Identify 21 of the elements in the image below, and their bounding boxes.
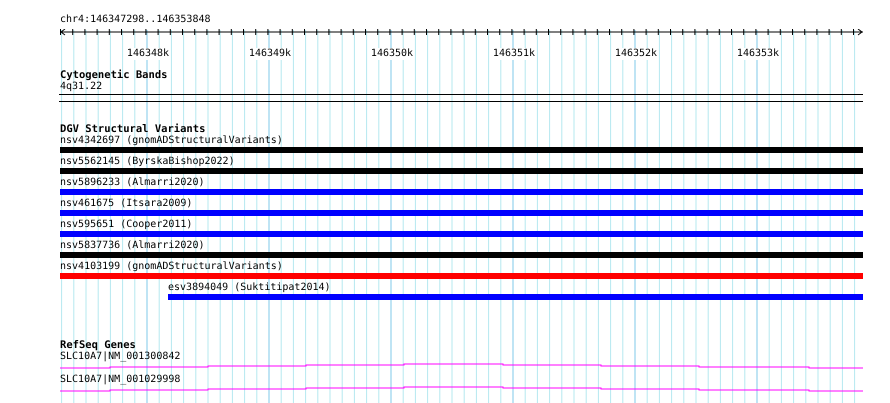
coordinate-label: 146350k: [370, 48, 414, 60]
coordinate-label: 146351k: [492, 48, 536, 60]
track-title: DGV Structural Variants: [60, 123, 206, 135]
coordinate-label: 146352k: [614, 48, 658, 60]
coordinate-label: 146348k: [126, 48, 170, 60]
variant-label: nsv595651 (Cooper2011): [60, 219, 194, 231]
variant-label: nsv5562145 (ByrskaBishop2022): [60, 156, 236, 168]
gene-label: SLC10A7|NM_001029998: [60, 374, 182, 386]
coordinate-label: 146353k: [736, 48, 780, 60]
variant-label: esv3894049 (Suktitipat2014): [168, 282, 332, 294]
coordinate-label: 146349k: [248, 48, 292, 60]
track-title: RefSeq Genes: [60, 339, 137, 351]
variant-label: nsv4342697 (gnomADStructuralVariants): [60, 135, 284, 147]
variant-label: nsv5896233 (Almarri2020): [60, 177, 206, 189]
variant-label: nsv5837736 (Almarri2020): [60, 240, 206, 252]
track-title: Cytogenetic Bands: [60, 69, 168, 81]
gene-label: SLC10A7|NM_001300842: [60, 351, 182, 363]
location-label: chr4:146347298..146353848: [60, 14, 212, 26]
variant-label: nsv461675 (Itsara2009): [60, 198, 194, 210]
band-label: 4q31.22: [60, 81, 104, 93]
variant-label: nsv4103199 (gnomADStructuralVariants): [60, 261, 284, 273]
